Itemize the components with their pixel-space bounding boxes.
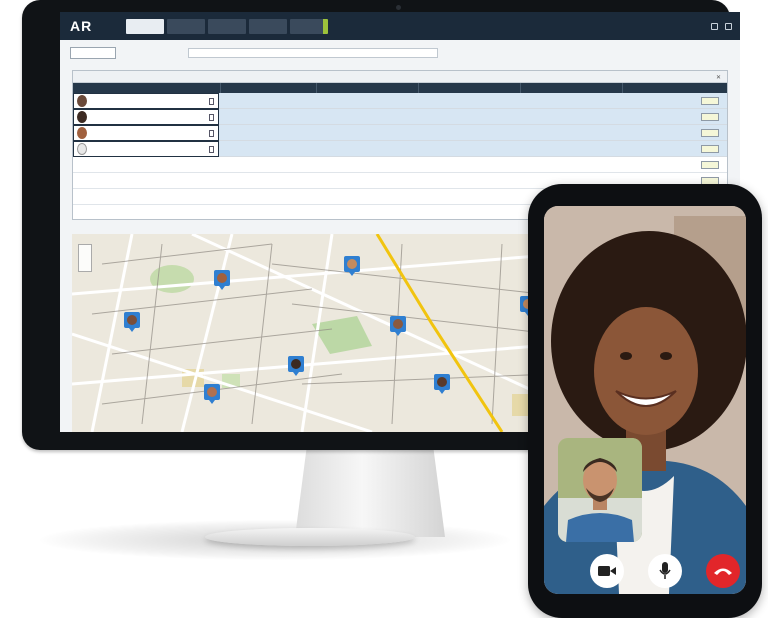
phone-icon[interactable] — [209, 130, 214, 137]
column-header[interactable] — [521, 83, 623, 93]
map-marker[interactable] — [214, 270, 230, 295]
avatar — [77, 111, 87, 123]
column-header[interactable] — [73, 83, 221, 93]
row-action-button[interactable] — [701, 97, 719, 105]
map-roads — [72, 234, 562, 432]
table-row[interactable] — [73, 109, 727, 125]
tab-2[interactable] — [167, 18, 205, 34]
settings-icon[interactable] — [711, 22, 718, 30]
app-header: AR — [60, 12, 740, 40]
map-marker[interactable] — [124, 312, 140, 337]
self-view-video[interactable] — [558, 438, 642, 542]
tab-4[interactable] — [249, 18, 287, 34]
table-row[interactable] — [73, 141, 727, 157]
avatar — [77, 127, 87, 139]
row-action-button[interactable] — [701, 161, 719, 169]
end-call-button[interactable] — [706, 554, 740, 588]
monitor-stand-neck — [295, 445, 445, 537]
map-marker[interactable] — [288, 356, 304, 381]
grid-header — [73, 83, 727, 93]
row-action-button[interactable] — [701, 129, 719, 137]
search-input[interactable] — [188, 48, 438, 58]
self-view-image — [558, 438, 642, 542]
mute-button[interactable] — [648, 554, 682, 588]
employee-card[interactable] — [73, 141, 219, 157]
avatar — [77, 143, 87, 155]
toolbar — [70, 46, 730, 60]
map-marker[interactable] — [390, 316, 406, 341]
product-scene: AR ✕ — [0, 0, 768, 618]
table-row[interactable] — [73, 125, 727, 141]
monitor-stand-base — [205, 528, 415, 546]
column-header[interactable] — [419, 83, 521, 93]
video-camera-icon — [598, 566, 616, 576]
phone-hangup-icon — [714, 568, 732, 575]
map-view[interactable] — [72, 234, 562, 432]
video-call-screen — [544, 206, 746, 594]
app-logo: AR — [70, 18, 93, 34]
video-toggle-button[interactable] — [590, 554, 624, 588]
map-marker[interactable] — [344, 256, 360, 281]
panel-close-icon[interactable]: ✕ — [716, 74, 721, 81]
microphone-icon — [659, 562, 671, 579]
row-action-button[interactable] — [701, 113, 719, 121]
employee-card[interactable] — [73, 125, 219, 141]
tab-3[interactable] — [208, 18, 246, 34]
tab-1[interactable] — [126, 18, 164, 34]
app-tabs — [126, 18, 328, 34]
panel-title: ✕ — [73, 71, 727, 83]
caller-face — [594, 307, 698, 435]
phone — [528, 184, 762, 618]
table-row[interactable] — [73, 93, 727, 109]
map-zoom-control[interactable] — [78, 244, 92, 272]
column-header[interactable] — [623, 83, 727, 93]
tab-5[interactable] — [290, 18, 328, 34]
row-action-button[interactable] — [701, 145, 719, 153]
phone-icon[interactable] — [209, 146, 214, 153]
column-header[interactable] — [317, 83, 419, 93]
map-marker[interactable] — [434, 374, 450, 399]
employee-card[interactable] — [73, 109, 219, 125]
avatar — [77, 95, 87, 107]
list-item — [73, 157, 727, 173]
phone-icon[interactable] — [209, 98, 214, 105]
map-marker[interactable] — [204, 384, 220, 409]
phone-icon[interactable] — [209, 114, 214, 121]
filter-select[interactable] — [70, 47, 116, 59]
employee-card[interactable] — [73, 93, 219, 109]
monitor-camera — [396, 5, 401, 10]
user-icon[interactable] — [725, 22, 732, 30]
header-icons — [711, 22, 732, 30]
column-header[interactable] — [221, 83, 317, 93]
